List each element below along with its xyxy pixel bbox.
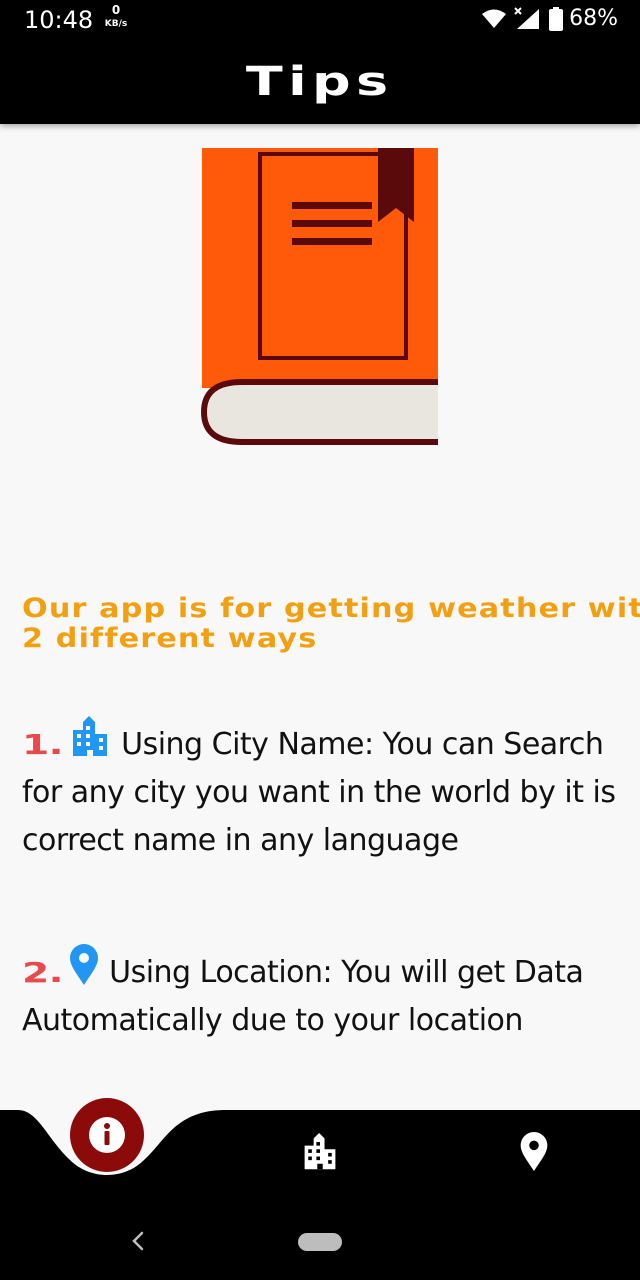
- tip-number: 2.: [22, 956, 63, 989]
- location-pin-icon: [520, 1132, 548, 1172]
- tips-content[interactable]: Our app is for getting weather with 2 di…: [0, 124, 640, 1114]
- nav-item-location[interactable]: [512, 1130, 556, 1174]
- intro-text: Our app is for getting weather with 2 di…: [22, 593, 640, 654]
- system-back-button[interactable]: [126, 1226, 150, 1256]
- battery-icon: [549, 6, 564, 31]
- city-icon: [304, 1133, 336, 1170]
- location-pin-icon: [70, 944, 99, 985]
- city-icon: [73, 716, 108, 756]
- tip-item: 1. Using City Name: You can Search for a…: [22, 716, 622, 865]
- nav-item-city[interactable]: [298, 1130, 342, 1174]
- cell-signal-icon: [514, 6, 540, 29]
- book-icon: [200, 148, 438, 445]
- network-speed-unit: KB/s: [104, 19, 128, 29]
- system-navigation-bar: [0, 1200, 640, 1280]
- app-bar: Tips: [0, 40, 640, 124]
- nav-item-tips[interactable]: [70, 1098, 144, 1172]
- tip-number: 1.: [22, 728, 63, 761]
- status-time: 10:48: [24, 6, 94, 34]
- bottom-navigation: [0, 1098, 640, 1200]
- system-home-button[interactable]: [298, 1233, 342, 1251]
- network-speed: 0 KB/s: [100, 3, 132, 30]
- battery-percentage: 68%: [569, 6, 618, 31]
- page-title: Tips: [246, 59, 394, 105]
- network-speed-value: 0: [111, 3, 121, 17]
- tip-item: 2. Using Location: You will get Data Aut…: [22, 944, 622, 1045]
- status-bar: 10:48 0 KB/s 68%: [0, 0, 640, 40]
- chevron-left-icon: [132, 1231, 144, 1251]
- status-icons: 68%: [481, 6, 618, 31]
- wifi-icon: [482, 9, 507, 28]
- info-icon: [89, 1117, 125, 1153]
- tip-text: Using Location: You will get Data Automa…: [22, 955, 584, 1038]
